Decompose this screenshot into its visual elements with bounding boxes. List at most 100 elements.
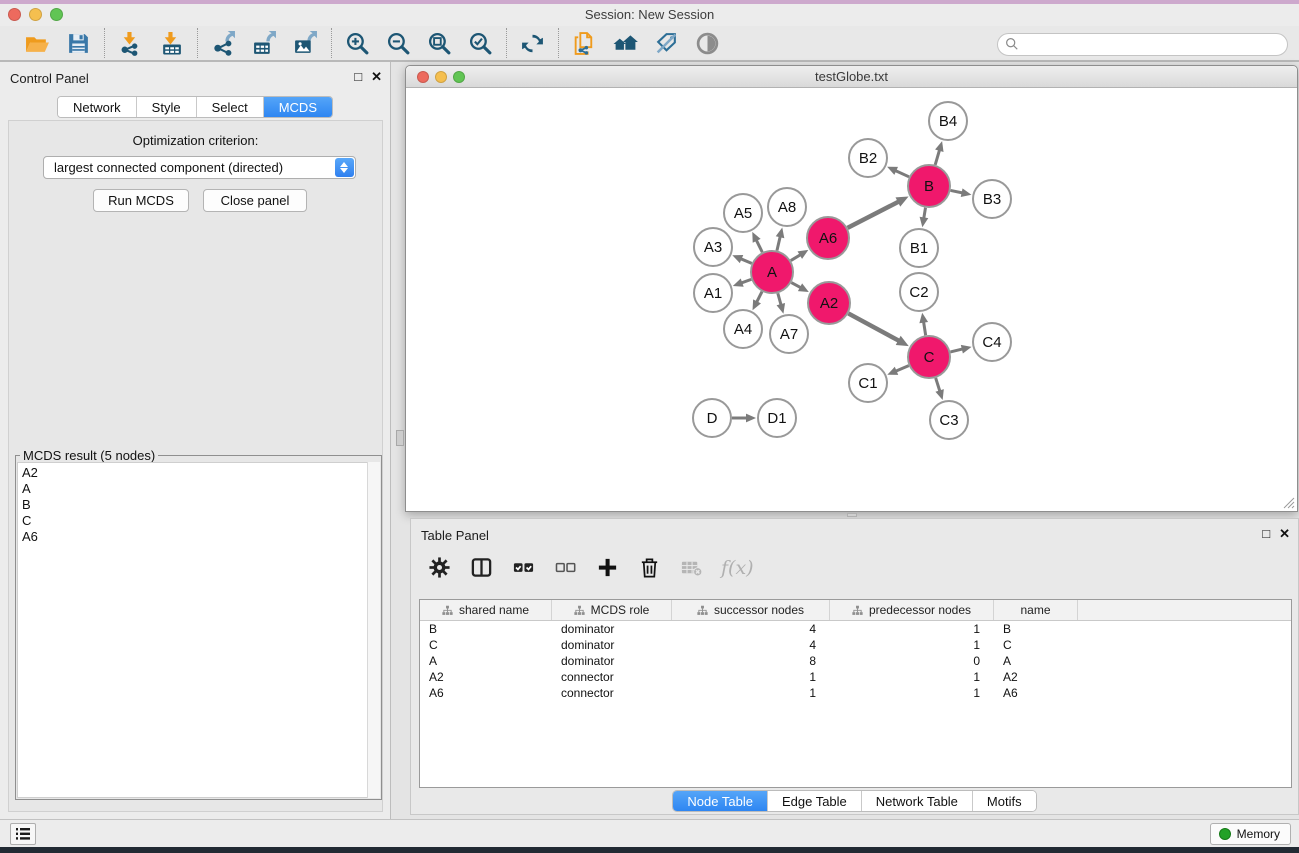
graph-edge[interactable]: [732, 255, 751, 263]
result-item[interactable]: A2: [22, 465, 379, 481]
tab-edge-table[interactable]: Edge Table: [767, 791, 861, 811]
network-graph-canvas[interactable]: B4B2BB3A8A5A6A3B1AA1C2A2A4A7C4CC1C3DD1: [406, 88, 1297, 511]
float-table-panel-icon[interactable]: □: [1262, 526, 1270, 542]
run-mcds-button[interactable]: Run MCDS: [93, 189, 189, 212]
tab-style[interactable]: Style: [136, 97, 196, 117]
graph-edge[interactable]: [950, 345, 971, 354]
table-cell[interactable]: 1: [830, 637, 994, 653]
table-cell[interactable]: C: [994, 637, 1078, 653]
home-icon[interactable]: [612, 30, 639, 57]
graph-node-D[interactable]: D: [693, 399, 731, 437]
graph-edge[interactable]: [887, 366, 908, 375]
graph-edge[interactable]: [791, 283, 808, 293]
graph-node-D1[interactable]: D1: [758, 399, 796, 437]
table-cell[interactable]: A: [420, 653, 552, 669]
graph-edge[interactable]: [753, 292, 763, 311]
import-table-icon[interactable]: [158, 30, 185, 57]
table-cell[interactable]: B: [994, 621, 1078, 637]
result-item[interactable]: B: [22, 497, 379, 513]
table-cell[interactable]: B: [420, 621, 552, 637]
graph-edge[interactable]: [848, 313, 908, 346]
result-item[interactable]: A: [22, 481, 379, 497]
import-network-icon[interactable]: [117, 30, 144, 57]
graph-node-A4[interactable]: A4: [724, 310, 762, 348]
table-row[interactable]: Bdominator41B: [420, 621, 1291, 637]
column-header-shared-name[interactable]: shared name: [420, 600, 552, 620]
tab-motifs[interactable]: Motifs: [972, 791, 1036, 811]
criterion-dropdown[interactable]: largest connected component (directed): [43, 156, 356, 179]
table-cell[interactable]: A6: [420, 685, 552, 701]
memory-button[interactable]: Memory: [1210, 823, 1291, 845]
save-icon[interactable]: [65, 30, 92, 57]
table-cell[interactable]: dominator: [552, 653, 672, 669]
close-table-panel-icon[interactable]: ✕: [1279, 526, 1290, 542]
graph-node-A5[interactable]: A5: [724, 194, 762, 232]
zoom-in-icon[interactable]: [344, 30, 371, 57]
minimize-network-window-button[interactable]: [435, 71, 447, 83]
tab-network-table[interactable]: Network Table: [861, 791, 972, 811]
table-row[interactable]: Cdominator41C: [420, 637, 1291, 653]
add-icon[interactable]: [595, 555, 620, 580]
graph-edge[interactable]: [791, 250, 809, 261]
zoom-fit-icon[interactable]: [426, 30, 453, 57]
tab-select[interactable]: Select: [196, 97, 263, 117]
table-cell[interactable]: 1: [830, 669, 994, 685]
float-panel-icon[interactable]: □: [354, 69, 362, 85]
resize-grip[interactable]: [1281, 495, 1295, 509]
table-row[interactable]: A2connector11A2: [420, 669, 1291, 685]
graph-edge[interactable]: [919, 313, 928, 336]
close-window-button[interactable]: [8, 8, 21, 21]
graph-node-B2[interactable]: B2: [849, 139, 887, 177]
table-cell[interactable]: A2: [994, 669, 1078, 685]
graph-node-A3[interactable]: A3: [694, 228, 732, 266]
column-header-MCDS-role[interactable]: MCDS role: [552, 600, 672, 620]
table-cell[interactable]: dominator: [552, 621, 672, 637]
table-row[interactable]: A6connector11A6: [420, 685, 1291, 701]
table-cell[interactable]: A6: [994, 685, 1078, 701]
zoom-window-button[interactable]: [50, 8, 63, 21]
copy-network-icon[interactable]: [571, 30, 598, 57]
splitter-handle[interactable]: [847, 513, 857, 517]
table-cell[interactable]: 8: [672, 653, 830, 669]
task-history-button[interactable]: [10, 823, 36, 845]
graph-node-C3[interactable]: C3: [930, 401, 968, 439]
export-image-icon[interactable]: [292, 30, 319, 57]
close-network-window-button[interactable]: [417, 71, 429, 83]
graph-edge[interactable]: [752, 232, 762, 252]
table-cell[interactable]: 1: [672, 685, 830, 701]
graph-edge[interactable]: [920, 208, 929, 228]
table-cell[interactable]: 1: [672, 669, 830, 685]
graph-node-B4[interactable]: B4: [929, 102, 967, 140]
table-cell[interactable]: 0: [830, 653, 994, 669]
table-cell[interactable]: 1: [830, 685, 994, 701]
table-cell[interactable]: 4: [672, 637, 830, 653]
table-cell[interactable]: dominator: [552, 637, 672, 653]
close-panel-icon[interactable]: ✕: [371, 69, 382, 85]
graph-edge[interactable]: [848, 197, 909, 228]
export-table-icon[interactable]: [251, 30, 278, 57]
table-cell[interactable]: A2: [420, 669, 552, 685]
refresh-icon[interactable]: [519, 30, 546, 57]
tab-network[interactable]: Network: [58, 97, 136, 117]
graph-node-B1[interactable]: B1: [900, 229, 938, 267]
graph-node-A6[interactable]: A6: [807, 217, 849, 259]
table-cell[interactable]: connector: [552, 669, 672, 685]
graph-edge[interactable]: [733, 278, 751, 286]
graph-edge[interactable]: [732, 414, 756, 423]
table-cell[interactable]: 4: [672, 621, 830, 637]
graph-node-B3[interactable]: B3: [973, 180, 1011, 218]
columns-icon[interactable]: [469, 555, 494, 580]
graph-edge[interactable]: [951, 188, 972, 197]
table-cell[interactable]: 1: [830, 621, 994, 637]
gear-icon[interactable]: [427, 555, 452, 580]
graph-edge[interactable]: [935, 141, 943, 165]
result-item[interactable]: A6: [22, 529, 379, 545]
table-row[interactable]: Adominator80A: [420, 653, 1291, 669]
zoom-network-window-button[interactable]: [453, 71, 465, 83]
column-header-successor-nodes[interactable]: successor nodes: [672, 600, 830, 620]
column-header-predecessor-nodes[interactable]: predecessor nodes: [830, 600, 994, 620]
graph-edge[interactable]: [777, 293, 785, 314]
graph-node-A8[interactable]: A8: [768, 188, 806, 226]
tab-node-table[interactable]: Node Table: [673, 791, 767, 811]
close-panel-button[interactable]: Close panel: [203, 189, 307, 212]
